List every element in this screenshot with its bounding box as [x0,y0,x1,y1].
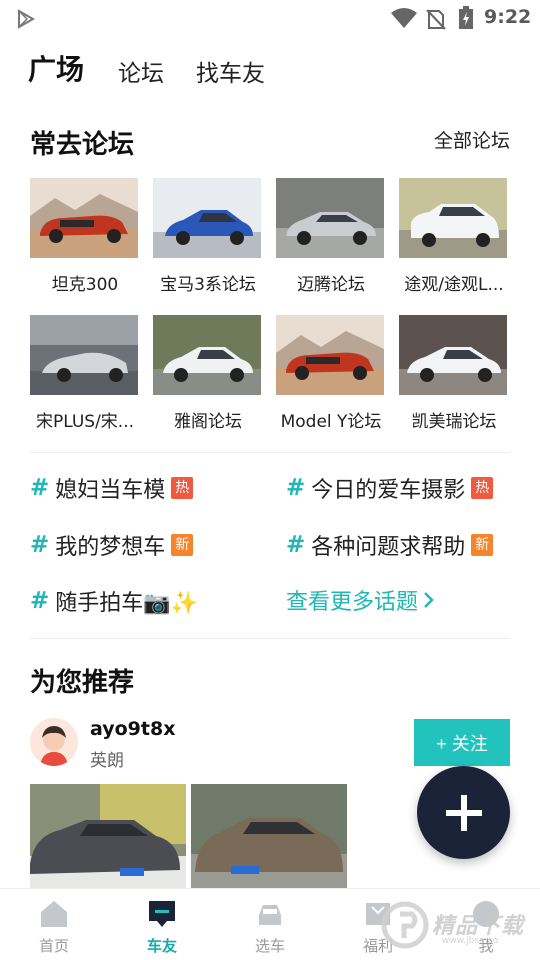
hashtag-icon: # [286,532,306,558]
username[interactable]: ayo9t8x [90,718,175,740]
plus-icon [445,794,482,831]
topic-label: 我的梦想车 [55,535,166,560]
forum-item[interactable]: 宝马3系论坛 [153,178,263,295]
forum-label: 迈腾论坛 [297,275,365,295]
nav-home[interactable]: 首页 [0,889,108,960]
forum-thumbnail [30,315,138,395]
forum-thumbnail [30,178,138,258]
forum-label: Model Y论坛 [280,412,382,432]
hashtag-icon: # [286,475,306,501]
nav-label: 首页 [38,937,69,955]
wifi-icon [391,8,417,28]
chat-icon [149,901,175,927]
watermark: 精品下载 www.jbsmco [380,896,540,956]
tab-find-friends[interactable]: 找车友 [196,54,265,88]
more-topics-link[interactable]: 查看更多话题 [286,584,436,616]
battery-charging-icon [459,6,473,29]
nav-label: 选车 [254,937,285,955]
frequent-forums-title: 常去论坛 [30,130,135,160]
follow-button[interactable]: + 关注 [414,719,510,766]
recommend-title: 为您推荐 [30,668,135,698]
forum-label: 雅阁论坛 [174,412,242,432]
watermark-logo-icon [381,901,429,949]
forum-label: 凯美瑞论坛 [411,412,497,432]
forum-thumbnail [153,315,261,395]
no-sim-icon [426,9,446,30]
hashtag-icon: # [30,588,50,614]
topic-item[interactable]: # 媳妇当车模 热 [30,472,194,504]
forum-item[interactable]: 雅阁论坛 [153,315,263,432]
forum-item[interactable]: 途观/途观L... [399,178,509,295]
divider [30,452,510,453]
topic-label: 随手拍车📷✨ [55,591,199,616]
all-forums-link[interactable]: 全部论坛 [434,126,510,153]
divider [30,638,510,639]
nav-label: 车友 [146,937,177,955]
more-topics-label: 查看更多话题 [286,590,419,615]
topic-item[interactable]: # 各种问题求帮助 新 [286,529,494,561]
topic-item[interactable]: # 随手拍车📷✨ [30,585,198,617]
hashtag-icon: # [30,475,50,501]
user-car-model: 英朗 [90,751,124,771]
hot-badge: 热 [471,477,494,499]
home-icon [41,901,67,927]
forum-label: 坦克300 [51,275,119,295]
topic-label: 今日的爱车摄影 [311,478,466,503]
forum-thumbnail [153,178,261,258]
topic-item[interactable]: # 我的梦想车 新 [30,529,194,561]
tab-plaza[interactable]: 广场 [28,48,88,88]
forum-thumbnail [276,178,384,258]
status-bar: 9:22 [0,0,540,36]
hot-badge: 热 [171,477,194,499]
forum-item[interactable]: 坦克300 [30,178,140,295]
forum-item[interactable]: 凯美瑞论坛 [399,315,509,432]
nav-choose-car[interactable]: 选车 [216,889,324,960]
forum-item[interactable]: Model Y论坛 [276,315,386,432]
car-icon [259,905,281,925]
watermark-url: www.jbsmco [442,936,499,946]
add-post-fab[interactable] [417,766,510,859]
avatar[interactable] [30,718,78,766]
forum-thumbnail [399,315,507,395]
chevron-right-icon [424,592,434,608]
forum-item[interactable]: 宋PLUS/宋... [30,315,140,432]
forum-item[interactable]: 迈腾论坛 [276,178,386,295]
forum-thumbnail [399,178,507,258]
post-image[interactable] [30,784,186,888]
forum-label: 宋PLUS/宋... [35,412,135,432]
new-badge: 新 [171,534,194,556]
tab-plaza-label: 广场 [28,53,85,86]
forum-label: 途观/途观L... [404,275,504,295]
play-store-icon [18,9,36,29]
nav-car-friends[interactable]: 车友 [108,889,216,960]
topic-label: 媳妇当车模 [55,478,166,503]
tab-forum[interactable]: 论坛 [118,54,164,88]
topic-item[interactable]: # 今日的爱车摄影 热 [286,472,494,504]
hashtag-icon: # [30,532,50,558]
topic-label: 各种问题求帮助 [311,535,466,560]
post-image[interactable] [191,784,347,888]
forum-thumbnail [276,315,384,395]
new-badge: 新 [471,534,494,556]
forum-label: 宝马3系论坛 [160,275,256,295]
status-time: 9:22 [484,6,532,28]
